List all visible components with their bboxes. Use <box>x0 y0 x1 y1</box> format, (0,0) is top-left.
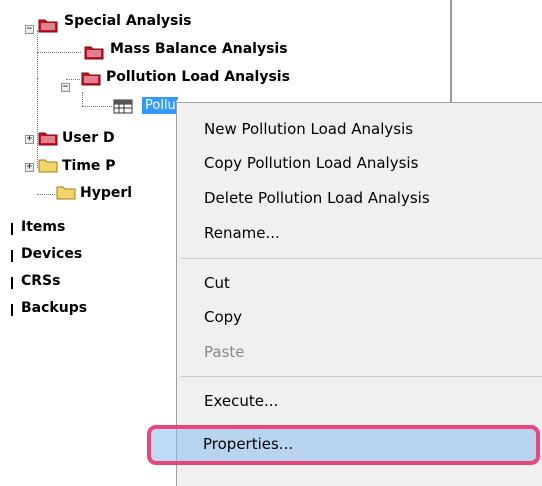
menu-item-cut[interactable]: Cut <box>204 274 230 292</box>
tree-item-pollution-load-selected[interactable]: Pollution Load <box>142 97 178 114</box>
tree-item-mass-balance-analysis[interactable]: Mass Balance Analysis <box>110 41 288 57</box>
menu-item-properties[interactable]: Properties... <box>203 435 293 453</box>
red-folder-icon <box>84 46 104 60</box>
tree-item-time-p[interactable]: Time P <box>62 158 116 174</box>
tree-root-marker <box>11 223 13 235</box>
menu-separator <box>181 258 542 259</box>
yellow-folder-icon <box>38 159 58 173</box>
tree-root-marker <box>11 277 13 289</box>
expand-toggle[interactable]: + <box>25 135 34 144</box>
tree-root-marker <box>11 304 13 316</box>
tree-item-user-d[interactable]: User D <box>62 130 115 146</box>
properties-highlight[interactable]: Properties... <box>147 425 540 465</box>
tree-item-items[interactable]: Items <box>21 219 65 235</box>
menu-item-copy-pollution-load-analysis[interactable]: Copy Pollution Load Analysis <box>204 154 418 172</box>
menu-item-execute[interactable]: Execute... <box>204 392 278 410</box>
menu-item-new-pollution-load-analysis[interactable]: New Pollution Load Analysis <box>204 120 413 138</box>
collapse-toggle[interactable]: − <box>61 83 70 92</box>
tree-item-pollution-load-analysis[interactable]: Pollution Load Analysis <box>106 69 290 85</box>
tree-item-crss[interactable]: CRSs <box>21 273 60 289</box>
red-folder-icon <box>81 72 101 86</box>
menu-separator <box>181 376 542 377</box>
expand-toggle[interactable]: + <box>25 163 34 172</box>
menu-item-rename[interactable]: Rename... <box>204 224 280 242</box>
red-folder-icon <box>38 19 58 33</box>
table-icon <box>113 99 133 114</box>
tree-item-hyperl[interactable]: Hyperl <box>80 185 132 201</box>
red-folder-icon <box>38 132 58 146</box>
menu-item-paste: Paste <box>204 343 245 361</box>
collapse-toggle[interactable]: − <box>25 25 34 34</box>
tree-root-marker <box>11 250 13 262</box>
tree-item-special-analysis[interactable]: Special Analysis <box>64 13 191 29</box>
menu-item-delete-pollution-load-analysis[interactable]: Delete Pollution Load Analysis <box>204 189 430 207</box>
menu-item-copy[interactable]: Copy <box>204 308 242 326</box>
yellow-folder-icon <box>56 186 76 200</box>
tree-item-backups[interactable]: Backups <box>21 300 87 316</box>
tree-item-devices[interactable]: Devices <box>21 246 82 262</box>
